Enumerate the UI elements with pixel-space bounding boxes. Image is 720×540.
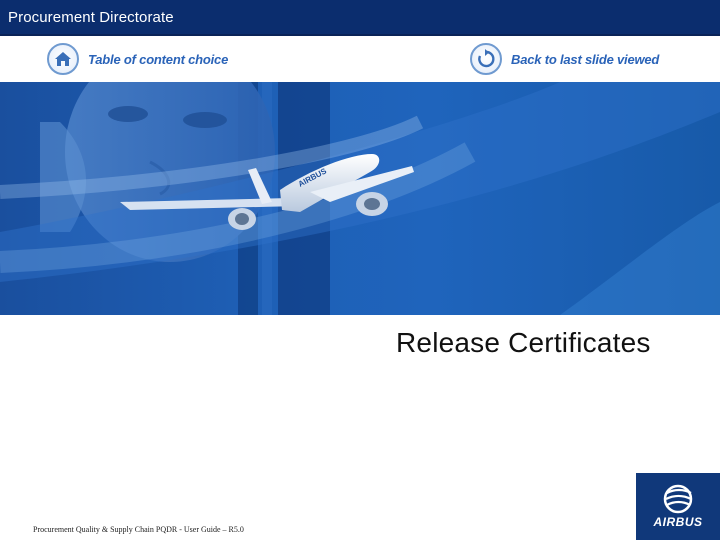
- table-of-content-label: Table of content choice: [88, 51, 229, 67]
- slide-title: Release Certificates: [396, 327, 651, 358]
- back-arrow-icon: [470, 43, 502, 75]
- airbus-logo: AIRBUS: [636, 473, 720, 540]
- footer-text: Procurement Quality & Supply Chain PQDR …: [33, 525, 244, 534]
- back-to-last-slide-button[interactable]: Back to last slide viewed: [470, 42, 659, 76]
- back-to-last-slide-label: Back to last slide viewed: [511, 51, 660, 67]
- airbus-logo-emblem-icon: [663, 484, 693, 514]
- header-title: Procurement Directorate: [8, 9, 174, 26]
- nav-strip: Table of content choice Back to last sli…: [0, 36, 720, 82]
- table-of-content-button[interactable]: Table of content choice: [47, 42, 228, 76]
- header-bar: Procurement Directorate: [0, 0, 720, 36]
- airbus-logo-text: AIRBUS: [653, 515, 703, 529]
- home-icon: [47, 43, 79, 75]
- hero-banner-image: AIRBUS: [0, 82, 720, 315]
